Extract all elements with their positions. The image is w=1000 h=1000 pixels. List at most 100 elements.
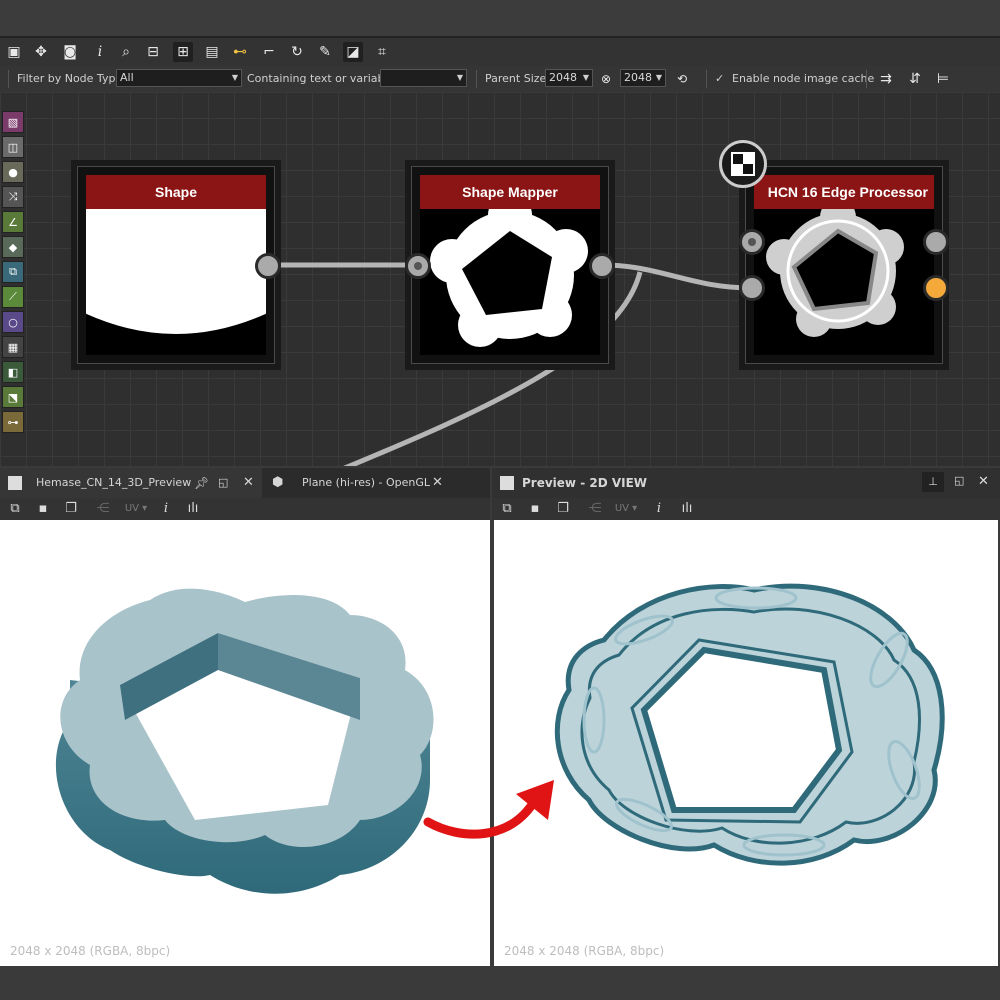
palette-drop-icon[interactable]: ◆	[2, 236, 24, 258]
align-icon[interactable]: ⊟	[143, 42, 163, 62]
palette-shape-icon[interactable]: ○	[2, 311, 24, 333]
image-size-status: 2048 x 2048 (RGBA, 8bpc)	[10, 944, 171, 958]
node-title: Shape Mapper	[420, 175, 600, 209]
tools-icon[interactable]: ✎	[315, 42, 335, 62]
info-icon[interactable]: i	[157, 500, 175, 518]
palette-curve-icon[interactable]: ∠	[2, 211, 24, 233]
palette-svg-icon[interactable]: ◫	[2, 136, 24, 158]
window-bottom-band	[0, 966, 1000, 1000]
copy-icon[interactable]: ❐	[62, 500, 80, 518]
tab-label: Hemase_CN_14_3D_Preview	[36, 476, 192, 489]
palette-bitmap-icon[interactable]: ▧	[2, 111, 24, 133]
histogram-icon[interactable]: ılı	[184, 500, 202, 518]
float-icon[interactable]: ◱	[954, 474, 964, 487]
node-shape[interactable]: Shape	[77, 166, 281, 364]
share-icon: ⋲	[96, 501, 110, 516]
cache-label: Enable node image cache	[732, 72, 875, 85]
view-icon	[500, 476, 514, 490]
palette-transform-icon[interactable]: ⧉	[2, 261, 24, 283]
input-port[interactable]	[739, 275, 765, 301]
save-icon[interactable]: ▪	[34, 500, 52, 518]
palette-gradient-icon[interactable]: ⟋	[2, 286, 24, 308]
node-hcn-edge-processor[interactable]: HCN 16 Edge Processor	[739, 166, 949, 364]
containing-text-input[interactable]: ▼	[380, 69, 467, 87]
pin-icon[interactable]: 📌︎	[194, 468, 209, 498]
copy-view-icon[interactable]: ⧉	[6, 500, 24, 518]
uv-select[interactable]: UV ▾	[120, 500, 152, 518]
parent-size-height-select[interactable]: 2048 ▼	[620, 69, 666, 87]
rotate-icon[interactable]: ↻	[287, 42, 307, 62]
pin-icon[interactable]: ⊥	[922, 472, 944, 492]
3d-model-render	[55, 588, 434, 894]
node-thumbnail	[754, 209, 934, 355]
transform-arrow	[423, 780, 554, 839]
align-vertical-icon[interactable]: ⇵	[905, 69, 925, 89]
viewport-2d[interactable]: 2048 x 2048 (RGBA, 8bpc)	[494, 520, 998, 966]
parent-size-label: Parent Size:	[485, 72, 550, 85]
containing-label: Containing text or variable	[247, 72, 395, 85]
palette-color-icon[interactable]: ●	[2, 161, 24, 183]
output-port[interactable]	[589, 253, 615, 279]
parent-size-height-value: 2048	[624, 71, 652, 84]
save-icon[interactable]: ▪	[526, 500, 544, 518]
close-icon[interactable]: ✕	[978, 474, 989, 489]
separator	[8, 70, 9, 88]
right-view-toolbar: ⧉ ▪ ❐ ⋲ UV ▾ i ılı	[492, 498, 1000, 520]
tab-3d-preview[interactable]: Hemase_CN_14_3D_Preview 📌︎ ◱ ✕	[0, 468, 262, 498]
frame-icon[interactable]: ▣	[4, 42, 24, 62]
tab-2d-preview[interactable]: Preview - 2D VIEW	[492, 468, 892, 498]
image-size-status: 2048 x 2048 (RGBA, 8bpc)	[504, 944, 665, 958]
palette-warp-icon[interactable]: ⬔	[2, 386, 24, 408]
left-panel-tabbar: Hemase_CN_14_3D_Preview 📌︎ ◱ ✕ ⬢ Plane (…	[0, 468, 490, 499]
info-icon[interactable]: i	[650, 500, 668, 518]
float-icon[interactable]: ◱	[218, 468, 228, 498]
output-port[interactable]	[255, 253, 281, 279]
share-icon: ⋲	[588, 501, 602, 516]
copy-view-icon[interactable]: ⧉	[498, 500, 516, 518]
info-icon[interactable]: i	[90, 42, 110, 62]
histogram-icon[interactable]: ılı	[678, 500, 696, 518]
close-icon[interactable]: ✕	[432, 468, 443, 498]
separator	[706, 70, 707, 88]
link-size-icon[interactable]: ⊗	[596, 69, 616, 89]
path-icon[interactable]: ⌐	[259, 42, 279, 62]
palette-blend-icon[interactable]: ⊶	[2, 411, 24, 433]
node-graph[interactable]: Shape Shape Mapper HCN 16 Edge Processor	[0, 92, 1000, 466]
output-port[interactable]	[923, 229, 949, 255]
viewport-3d[interactable]: 2048 x 2048 (RGBA, 8bpc)	[0, 520, 490, 966]
output-port-active[interactable]	[923, 275, 949, 301]
view-icon	[8, 476, 22, 490]
snapshot-icon[interactable]: ◪	[343, 42, 363, 62]
center-icon[interactable]: ✥	[31, 42, 51, 62]
palette-switch-icon[interactable]: ⤨	[2, 186, 24, 208]
separator	[476, 70, 477, 88]
close-icon[interactable]: ✕	[243, 468, 254, 498]
node-type-select[interactable]: All ▼	[116, 69, 242, 87]
copy-icon[interactable]: ❐	[554, 500, 572, 518]
zoom-icon[interactable]: ⌕	[116, 42, 136, 62]
tab-plane-opengl[interactable]: ⬢ Plane (hi-res) - OpenGL ✕	[272, 468, 452, 498]
parent-size-width-select[interactable]: 2048 ▼	[545, 69, 593, 87]
crop-icon[interactable]: ⌗	[372, 42, 392, 62]
cache-checkbox[interactable]: ✓	[715, 72, 724, 85]
align-snap-icon[interactable]: ⊨	[933, 69, 953, 89]
palette-tile-icon[interactable]: ▦	[2, 336, 24, 358]
graph-toolbar: ▣ ✥ ◙ i ⌕ ⊟ ⊞ ▤ ⊷ ⌐ ↻ ✎ ◪ ⌗	[0, 38, 1000, 66]
node-shape-mapper[interactable]: Shape Mapper	[405, 166, 615, 364]
input-port[interactable]	[405, 253, 431, 279]
filter-bar: Filter by Node Type All ▼ Containing tex…	[0, 66, 1000, 93]
reset-size-icon[interactable]: ⟲	[672, 69, 692, 89]
chevron-down-icon: ▼	[582, 73, 589, 82]
graph-layout-icon[interactable]: ⊞	[173, 42, 193, 62]
align-horizontal-icon[interactable]: ⇉	[876, 69, 896, 89]
input-port[interactable]	[739, 229, 765, 255]
link-icon[interactable]: ⊷	[230, 42, 250, 62]
comment-icon[interactable]: ▤	[202, 42, 222, 62]
uv-select[interactable]: UV ▾	[610, 500, 642, 518]
node-palette: ▧ ◫ ● ⤨ ∠ ◆ ⧉ ⟋ ○ ▦ ◧ ⬔ ⊶	[0, 108, 26, 434]
node-thumbnail	[86, 209, 266, 355]
node-output-badge[interactable]	[719, 140, 767, 188]
camera-icon[interactable]: ◙	[60, 42, 80, 62]
separator	[866, 70, 867, 88]
palette-fx-icon[interactable]: ◧	[2, 361, 24, 383]
